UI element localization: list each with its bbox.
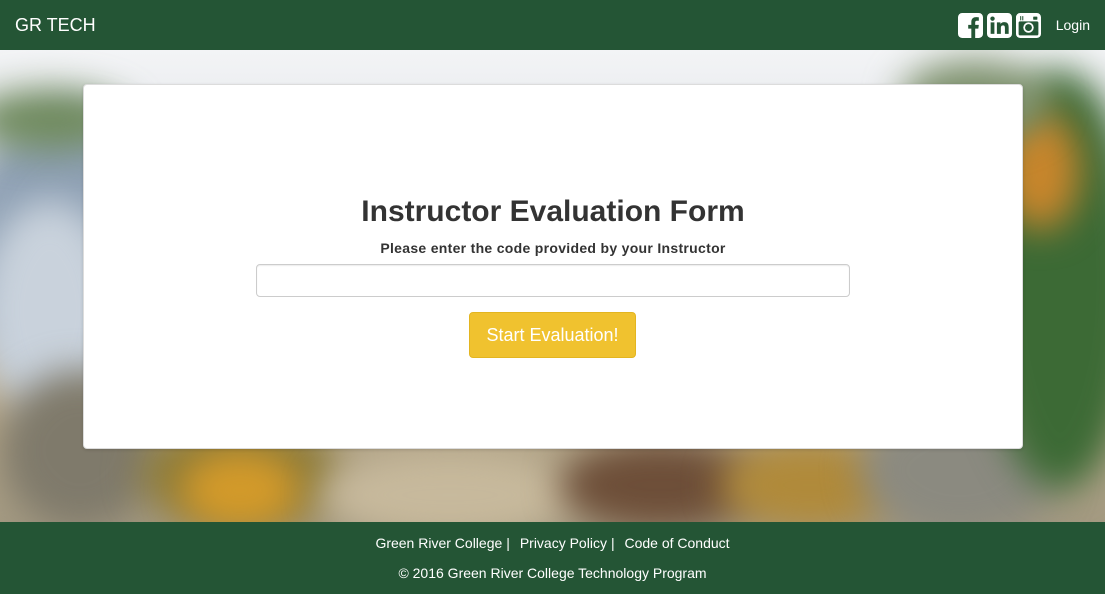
- facebook-icon[interactable]: [957, 12, 983, 38]
- top-navbar: GR TECH Login: [0, 0, 1105, 50]
- start-evaluation-button[interactable]: Start Evaluation!: [469, 312, 636, 358]
- page-footer: Green River College | Privacy Policy | Cod…: [0, 522, 1105, 594]
- linkedin-icon[interactable]: [986, 12, 1012, 38]
- footer-separator: |: [506, 535, 510, 551]
- footer-link-privacy-policy[interactable]: Privacy Policy: [520, 535, 607, 551]
- form-title: Instructor Evaluation Form: [361, 195, 745, 228]
- social-links: [954, 12, 1041, 38]
- footer-links: Green River College | Privacy Policy | Cod…: [0, 535, 1105, 551]
- form-instructions: Please enter the code provided by your I…: [380, 240, 726, 256]
- footer-link-green-river-college[interactable]: Green River College: [375, 535, 502, 551]
- footer-copyright: © 2016 Green River College Technology Pr…: [398, 565, 707, 581]
- instagram-icon[interactable]: [1015, 12, 1041, 38]
- login-link[interactable]: Login: [1056, 17, 1090, 33]
- navbar-right: Login: [954, 12, 1090, 38]
- evaluation-card: Instructor Evaluation Form Please enter …: [83, 84, 1023, 449]
- evaluation-code-input[interactable]: [256, 264, 850, 297]
- footer-link-code-of-conduct[interactable]: Code of Conduct: [624, 535, 729, 551]
- footer-separator: |: [610, 535, 615, 551]
- brand-logo[interactable]: GR TECH: [15, 15, 96, 36]
